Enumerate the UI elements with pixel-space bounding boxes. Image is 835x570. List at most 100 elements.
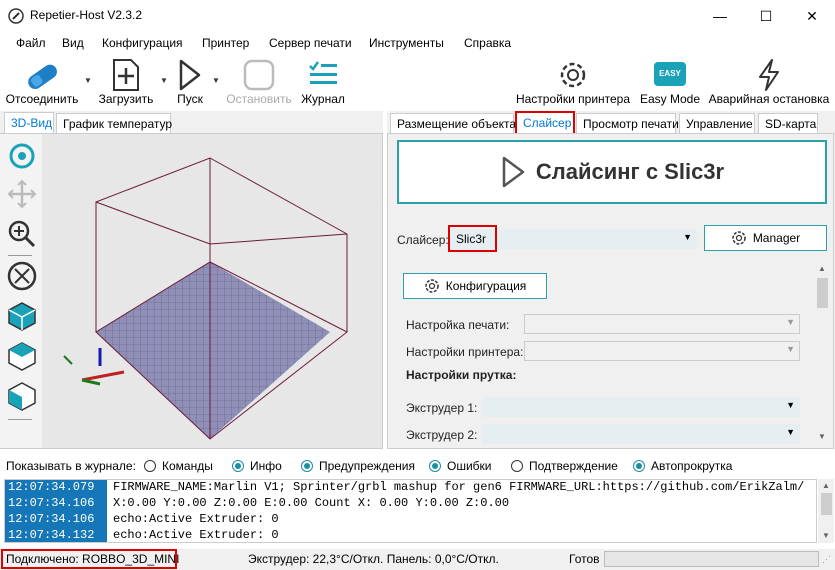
stop-icon — [243, 59, 275, 91]
printer-settings-select[interactable]: ▼ — [524, 341, 800, 361]
scrollbar-thumb[interactable] — [821, 493, 832, 515]
log-message: echo:Active Extruder: 0 — [113, 512, 279, 526]
printer-volume-render — [63, 157, 348, 440]
print-settings-select[interactable]: ▼ — [524, 314, 800, 334]
divider — [8, 419, 32, 420]
log-time: 12:07:34.132 — [5, 528, 107, 542]
extruder2-label: Экструдер 2: — [406, 428, 478, 442]
chevron-up-icon[interactable]: ▲ — [818, 264, 826, 273]
radio-autoscroll[interactable] — [633, 460, 645, 472]
disconnect-icon — [28, 64, 57, 89]
menu-tools[interactable]: Инструменты — [369, 36, 444, 50]
menu-print-server[interactable]: Сервер печати — [269, 36, 352, 50]
log-message: echo:Active Extruder: 0 — [113, 528, 279, 542]
tab-print-preview[interactable]: Просмотр печати — [576, 113, 679, 135]
log-scrollbar[interactable]: ▲ ▼ — [818, 479, 834, 543]
configuration-button[interactable]: Конфигурация — [403, 273, 547, 299]
connection-status-highlight — [1, 549, 177, 569]
3d-canvas[interactable] — [42, 134, 382, 448]
radio-acknowledgement[interactable] — [511, 460, 523, 472]
log-list[interactable]: 12:07:34.079 FIRMWARE_NAME:Marlin V1; Sp… — [4, 479, 817, 543]
zoom-icon[interactable] — [6, 218, 38, 250]
radio-commands[interactable] — [144, 460, 156, 472]
start-dropdown-icon[interactable]: ▼ — [212, 76, 220, 85]
extruder1-label: Экструдер 1: — [406, 401, 478, 415]
stop-label: Остановить — [226, 92, 292, 106]
tab-3d-view[interactable]: 3D-Вид — [4, 112, 54, 134]
radio-warnings-label: Предупреждения — [319, 459, 415, 473]
cube-iso-icon[interactable] — [6, 300, 38, 332]
play-icon — [179, 59, 201, 91]
print-settings-label: Настройка печати: — [406, 318, 510, 332]
radio-warnings[interactable] — [301, 460, 313, 472]
axis-gizmo — [63, 348, 125, 386]
menu-bar: Файл Вид Конфигурация Принтер Сервер печ… — [0, 32, 835, 54]
fit-view-icon[interactable] — [6, 260, 38, 292]
rotate-icon[interactable] — [6, 140, 38, 172]
play-icon — [502, 156, 525, 188]
log-message: X:0.00 Y:0.00 Z:0.00 E:0.00 Count X: 0.0… — [113, 496, 510, 510]
chevron-up-icon[interactable]: ▲ — [822, 481, 830, 490]
log-button[interactable]: Журнал — [298, 54, 348, 110]
move-icon[interactable] — [6, 178, 38, 210]
slice-button-label: Слайсинг с Slic3r — [535, 159, 725, 184]
tab-control[interactable]: Управление — [679, 113, 755, 135]
chevron-down-icon: ▼ — [683, 232, 692, 242]
slicer-select-highlight — [448, 225, 497, 252]
cube-top-icon[interactable] — [6, 340, 38, 372]
chevron-down-icon[interactable]: ▼ — [818, 432, 826, 441]
load-button[interactable]: Загрузить — [96, 54, 156, 110]
load-dropdown-icon[interactable]: ▼ — [160, 76, 168, 85]
minimize-button[interactable]: — — [697, 0, 743, 32]
close-button[interactable]: ✕ — [789, 0, 835, 32]
print-bed — [96, 262, 330, 439]
chevron-down-icon: ▼ — [786, 344, 795, 354]
log-list-icon — [309, 61, 337, 84]
stop-button[interactable]: Остановить — [224, 54, 294, 110]
start-button[interactable]: Пуск — [172, 54, 208, 110]
extruder1-select[interactable]: ▼ — [482, 397, 800, 417]
printer-settings-button[interactable]: Настройки принтера — [514, 54, 632, 110]
load-label: Загрузить — [98, 92, 154, 106]
status-bar: Подключено: ROBBO_3D_MINI Экструдер: 22,… — [0, 549, 835, 570]
chevron-down-icon: ▼ — [786, 427, 795, 437]
menu-printer[interactable]: Принтер — [202, 36, 249, 50]
easy-mode-label: Easy Mode — [639, 92, 701, 106]
easy-mode-button[interactable]: EASY Easy Mode — [638, 54, 702, 110]
maximize-button[interactable]: ☐ — [743, 0, 789, 32]
log-message: FIRMWARE_NAME:Marlin V1; Sprinter/grbl m… — [113, 480, 805, 494]
app-icon — [8, 8, 24, 24]
scrollbar-thumb[interactable] — [817, 278, 828, 308]
tab-temperature-graph[interactable]: График температур — [56, 113, 172, 135]
printer-settings-label: Настройки принтера: — [406, 345, 524, 359]
radio-errors[interactable] — [429, 460, 441, 472]
menu-config[interactable]: Конфигурация — [102, 36, 183, 50]
slicer-tab-highlight — [515, 111, 575, 135]
cube-front-icon[interactable] — [6, 380, 38, 412]
extruder2-select[interactable]: ▼ — [482, 424, 800, 444]
configuration-button-label: Конфигурация — [445, 279, 527, 293]
disconnect-button[interactable]: Отсоединить — [2, 54, 82, 110]
emergency-stop-button[interactable]: Аварийная остановка — [706, 54, 832, 110]
slicer-label: Слайсер: — [397, 233, 449, 247]
ready-status: Готов — [569, 552, 600, 566]
log-label: Журнал — [301, 92, 345, 106]
tab-sd-card[interactable]: SD-карта — [758, 113, 818, 135]
load-file-icon — [113, 59, 139, 91]
tab-object-placement[interactable]: Размещение объекта — [390, 113, 516, 135]
gear-icon — [732, 231, 746, 245]
menu-help[interactable]: Справка — [464, 36, 511, 50]
disconnect-dropdown-icon[interactable]: ▼ — [84, 76, 92, 85]
radio-info[interactable] — [232, 460, 244, 472]
slice-button[interactable]: Слайсинг с Slic3r — [397, 140, 827, 204]
menu-file[interactable]: Файл — [16, 36, 46, 50]
start-label: Пуск — [177, 92, 203, 106]
chevron-down-icon: ▼ — [786, 400, 795, 410]
slicer-scrollbar[interactable]: ▲ ▼ — [814, 262, 831, 446]
resize-grip-icon[interactable]: ⋰ — [822, 554, 831, 565]
log-row: 12:07:34.106 echo:Active Extruder: 0 — [5, 512, 816, 528]
manager-button[interactable]: Manager — [704, 225, 827, 251]
radio-commands-label: Команды — [162, 459, 213, 473]
chevron-down-icon[interactable]: ▼ — [822, 531, 830, 540]
menu-view[interactable]: Вид — [62, 36, 84, 50]
